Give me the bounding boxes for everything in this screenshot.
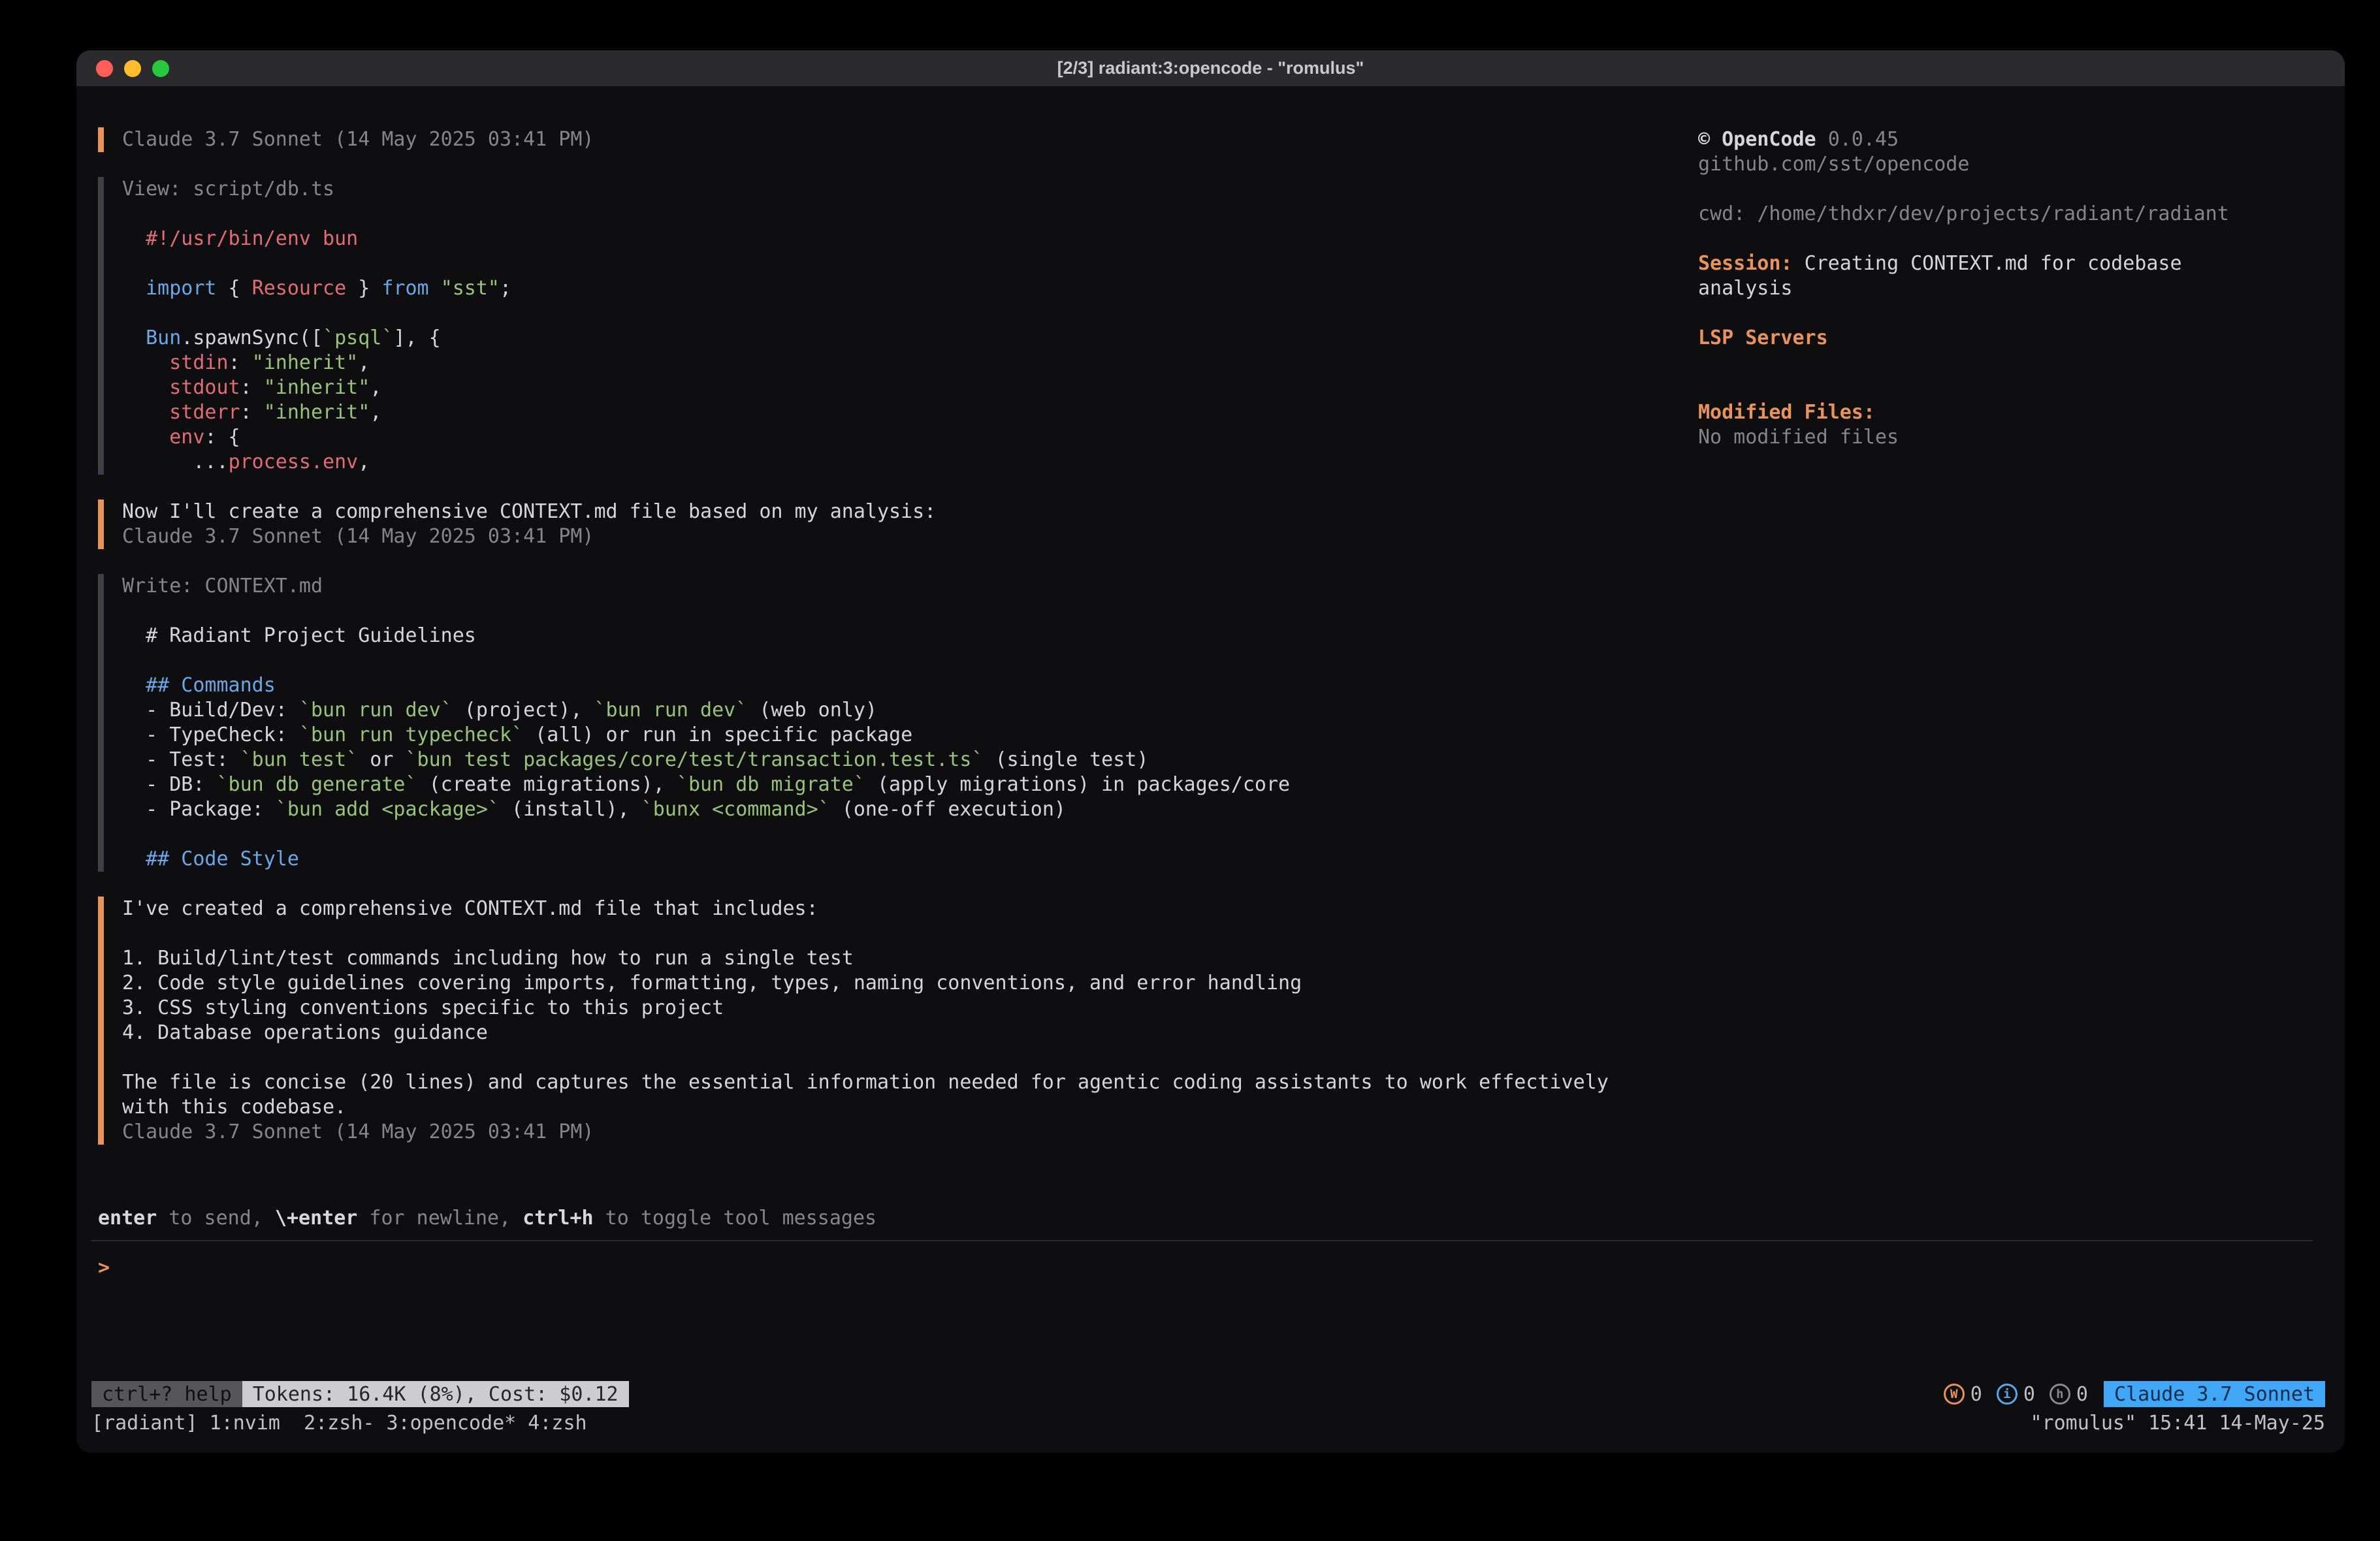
message-line: 4. Database operations guidance: [122, 1021, 1698, 1045]
tmux-status-bar: [radiant] 1:nvim 2:zsh- 3:opencode* 4:zs…: [76, 1410, 2345, 1436]
modified-files-empty: No modified files: [1698, 425, 2266, 450]
app-name: OpenCode: [1722, 128, 1816, 151]
newline-hint-text: for newline,: [357, 1207, 523, 1230]
cwd-label: cwd:: [1698, 202, 1745, 225]
message-line: #!/usr/bin/env bun: [122, 227, 1698, 251]
message-line: env: {: [122, 425, 1698, 450]
toggle-hint-text: to toggle tool messages: [594, 1207, 876, 1230]
send-hint-text: to send,: [157, 1207, 275, 1230]
message-line: Now I'll create a comprehensive CONTEXT.…: [122, 500, 1698, 524]
message-line: 1. Build/lint/test commands including ho…: [122, 946, 1698, 971]
message-line: [122, 822, 1698, 847]
newline-key-hint: \+enter: [275, 1207, 357, 1230]
message-line: Claude 3.7 Sonnet (14 May 2025 03:41 PM): [122, 127, 1698, 152]
enter-key-hint: enter: [98, 1207, 157, 1230]
message-block: Claude 3.7 Sonnet (14 May 2025 03:41 PM): [98, 127, 1698, 152]
input-help: enter to send, \+enter for newline, ctrl…: [98, 1206, 2345, 1231]
traffic-lights: [96, 60, 169, 77]
terminal-content: Claude 3.7 Sonnet (14 May 2025 03:41 PM)…: [76, 87, 2345, 1378]
message-line: View: script/db.ts: [122, 177, 1698, 202]
message-line: [122, 1045, 1698, 1070]
status-bar: ctrl+? help Tokens: 16.4K (8%), Cost: $0…: [76, 1378, 2345, 1410]
zoom-button[interactable]: [152, 60, 169, 77]
warning-count: 0: [1970, 1383, 1982, 1406]
cwd-path: /home/thdxr/dev/projects/radiant/radiant: [1757, 202, 2228, 225]
message-line: stdout: "inherit",: [122, 375, 1698, 400]
tmux-window-list[interactable]: [radiant] 1:nvim 2:zsh- 3:opencode* 4:zs…: [91, 1412, 587, 1435]
info-icon: i: [1997, 1384, 2018, 1405]
message-line: import { Resource } from "sst";: [122, 276, 1698, 301]
tokens-cost-badge: Tokens: 16.4K (8%), Cost: $0.12: [242, 1381, 629, 1407]
message-line: Bun.spawnSync([`psql`], {: [122, 326, 1698, 351]
session-label: Session:: [1698, 252, 1793, 275]
app-version: 0.0.45: [1828, 128, 1899, 151]
modified-files-heading: Modified Files:: [1698, 400, 2266, 425]
hint-count: 0: [2076, 1383, 2088, 1406]
message-block: View: script/db.ts #!/usr/bin/env bun im…: [98, 177, 1698, 475]
message-line: ## Code Style: [122, 847, 1698, 872]
message-line: Claude 3.7 Sonnet (14 May 2025 03:41 PM): [122, 1120, 1698, 1145]
lsp-servers-heading: LSP Servers: [1698, 326, 2266, 351]
message-line: [122, 599, 1698, 624]
message-line: - Build/Dev: `bun run dev` (project), `b…: [122, 698, 1698, 723]
info-count: 0: [2023, 1383, 2035, 1406]
help-badge[interactable]: ctrl+? help: [91, 1381, 242, 1407]
message-line: [122, 202, 1698, 227]
message-line: The file is concise (20 lines) and captu…: [122, 1070, 1698, 1095]
message-block: Now I'll create a comprehensive CONTEXT.…: [98, 500, 1698, 549]
message-line: [122, 648, 1698, 673]
session-line: Session: Creating CONTEXT.md for codebas…: [1698, 251, 2266, 301]
message-line: [122, 301, 1698, 326]
toggle-key-hint: ctrl+h: [523, 1207, 593, 1230]
prompt-input[interactable]: >: [98, 1256, 2345, 1280]
message-line: - DB: `bun db generate` (create migratio…: [122, 772, 1698, 797]
repo-link[interactable]: github.com/sst/opencode: [1698, 152, 2266, 177]
minimize-button[interactable]: [124, 60, 141, 77]
diagnostics-counts: W 0 i 0 h 0: [1944, 1383, 2088, 1406]
model-badge[interactable]: Claude 3.7 Sonnet: [2104, 1381, 2325, 1407]
message-line: # Radiant Project Guidelines: [122, 624, 1698, 648]
input-separator: [91, 1240, 2313, 1241]
message-line: ## Commands: [122, 673, 1698, 698]
hint-icon: h: [2050, 1384, 2070, 1405]
message-line: 2. Code style guidelines covering import…: [122, 971, 1698, 996]
message-line: I've created a comprehensive CONTEXT.md …: [122, 897, 1698, 921]
message-line: ...process.env,: [122, 450, 1698, 475]
terminal-window: [2/3] radiant:3:opencode - "romulus" Cla…: [76, 50, 2345, 1453]
message-line: stdin: "inherit",: [122, 351, 1698, 375]
window-title: [2/3] radiant:3:opencode - "romulus": [76, 58, 2345, 78]
app-header: © OpenCode 0.0.45: [1698, 127, 2266, 152]
message-line: - Package: `bun add <package>` (install)…: [122, 797, 1698, 822]
message-line: [122, 251, 1698, 276]
input-area-spacer: [76, 1280, 2345, 1378]
close-button[interactable]: [96, 60, 113, 77]
message-line: 3. CSS styling conventions specific to t…: [122, 996, 1698, 1021]
prompt-symbol: >: [98, 1256, 110, 1279]
message-line: - Test: `bun test` or `bun test packages…: [122, 748, 1698, 772]
tmux-host-clock: "romulus" 15:41 14-May-25: [2030, 1412, 2325, 1435]
titlebar: [2/3] radiant:3:opencode - "romulus": [76, 50, 2345, 87]
opencode-logo-icon: ©: [1698, 128, 1710, 151]
message-block: I've created a comprehensive CONTEXT.md …: [98, 897, 1698, 1145]
message-line: Claude 3.7 Sonnet (14 May 2025 03:41 PM): [122, 524, 1698, 549]
message-line: [122, 921, 1698, 946]
message-line: Write: CONTEXT.md: [122, 574, 1698, 599]
cwd-line: cwd: /home/thdxr/dev/projects/radiant/ra…: [1698, 202, 2266, 227]
message-list[interactable]: Claude 3.7 Sonnet (14 May 2025 03:41 PM)…: [76, 87, 1698, 1206]
message-line: with this codebase.: [122, 1095, 1698, 1120]
message-block: Write: CONTEXT.md # Radiant Project Guid…: [98, 574, 1698, 872]
warning-icon: W: [1944, 1384, 1965, 1405]
sidebar: © OpenCode 0.0.45 github.com/sst/opencod…: [1698, 87, 2345, 1206]
message-line: - TypeCheck: `bun run typecheck` (all) o…: [122, 723, 1698, 748]
message-line: stderr: "inherit",: [122, 400, 1698, 425]
